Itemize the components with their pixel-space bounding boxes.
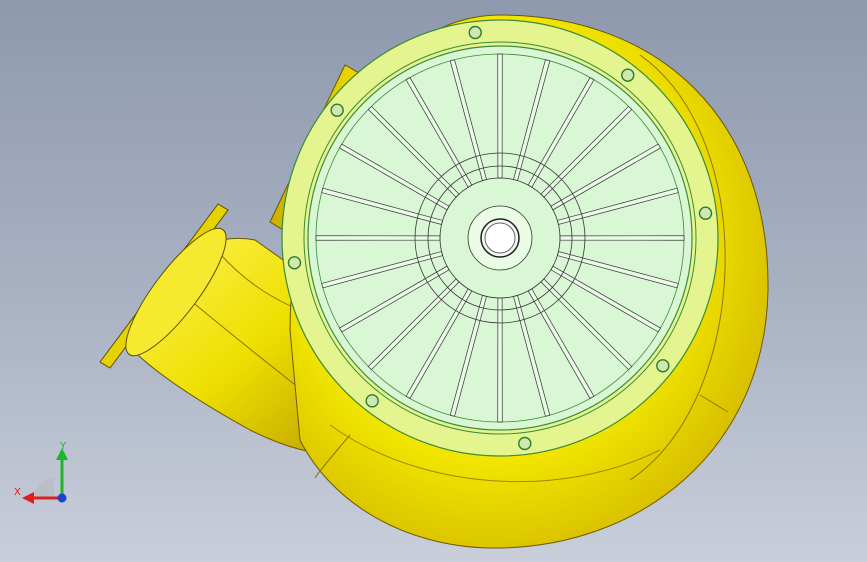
flange-bolt <box>621 68 635 82</box>
fan-model[interactable] <box>0 0 867 562</box>
impeller-blade <box>315 235 441 241</box>
y-axis-label: Y <box>60 441 67 452</box>
impeller <box>307 45 693 431</box>
coordinate-triad: Y X <box>12 440 76 510</box>
flange-bolt <box>698 206 713 220</box>
flange-bolt <box>518 436 532 451</box>
x-axis-label: X <box>14 487 21 498</box>
impeller-blade <box>497 53 503 179</box>
impeller-blade <box>497 297 503 423</box>
flange-bolt <box>365 394 379 408</box>
flange-bolt <box>468 25 482 40</box>
flange-bolt <box>287 256 302 270</box>
flange-bolt <box>656 359 670 373</box>
graphics-viewport[interactable]: Y X <box>0 0 867 562</box>
z-axis-dot <box>57 493 67 503</box>
flange-bolt <box>330 103 344 117</box>
triad-axes <box>22 448 68 504</box>
impeller-blade <box>559 235 685 241</box>
